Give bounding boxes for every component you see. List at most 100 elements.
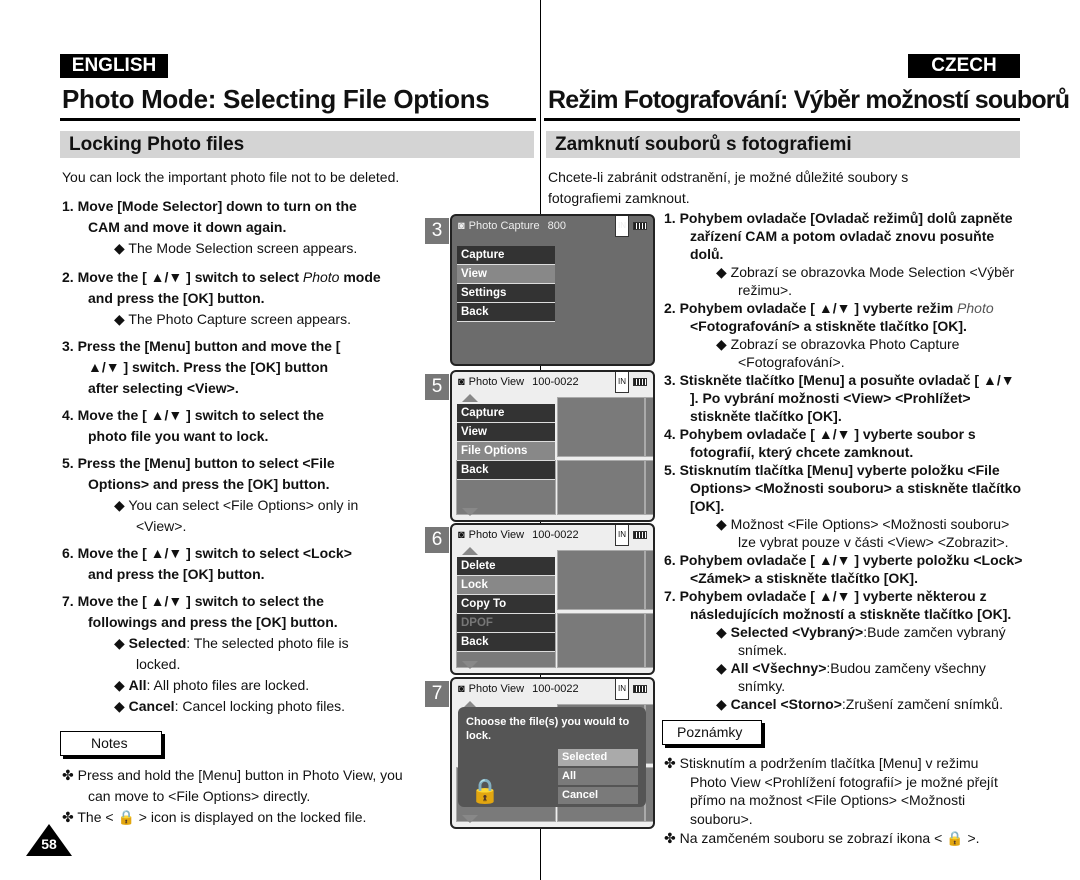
photo-thumbnail[interactable] bbox=[557, 613, 645, 668]
photo-thumbnail[interactable] bbox=[557, 397, 645, 457]
screen-mode: Photo View bbox=[468, 683, 525, 695]
option-all: ◆ All: All photo files are locked. bbox=[114, 677, 310, 693]
czech-section-title: Zamknutí souborů s fotografiemi bbox=[546, 131, 1020, 158]
menu-item-copy-to[interactable]: Copy To bbox=[457, 595, 555, 614]
step-italic: Photo bbox=[302, 269, 340, 285]
menu-item-view[interactable]: View bbox=[457, 423, 555, 442]
photo-thumbnail[interactable] bbox=[645, 460, 653, 515]
screen-step-number: 3 bbox=[425, 218, 449, 244]
option-label: All <Všechny> bbox=[730, 660, 827, 676]
step-text: 1. Pohybem ovladače [Ovladač režimů] dol… bbox=[664, 210, 1013, 262]
screen-mode: Photo Capture bbox=[468, 220, 540, 232]
menu-item-view[interactable]: View bbox=[457, 265, 555, 284]
step-5: 5. Stisknutím tlačítka [Menu] vyberte po… bbox=[664, 461, 1026, 551]
step-1: 1. Move [Mode Selector] down to turn on … bbox=[62, 196, 382, 259]
scroll-down-arrow-icon[interactable] bbox=[462, 661, 478, 669]
battery-icon bbox=[633, 685, 647, 693]
option-label: Cancel <Storno> bbox=[730, 696, 842, 712]
menu-item-capture[interactable]: Capture bbox=[457, 404, 555, 423]
option-label: Selected <Vybraný> bbox=[730, 624, 864, 640]
bullet-text: Možnost <File Options> <Možnosti souboru… bbox=[730, 516, 1010, 550]
dialog-option-selected[interactable]: Selected bbox=[558, 749, 638, 766]
note-text: >. bbox=[963, 830, 980, 846]
photo-thumbnail[interactable] bbox=[645, 613, 653, 668]
screen-step-number: 7 bbox=[425, 681, 449, 707]
camera-icon: ◙ bbox=[458, 529, 465, 541]
czech-steps: 1. Pohybem ovladače [Ovladač režimů] dol… bbox=[664, 209, 1026, 713]
step-6: 6. Move the [ ▲/▼ ] switch to select <Lo… bbox=[62, 545, 352, 582]
internal-memory-icon: IN bbox=[615, 216, 629, 237]
note-item: ✤ Na zamčeném souboru se zobrazí ikona <… bbox=[664, 830, 980, 846]
step-2: 2. Move the [ ▲/▼ ] switch to select Pho… bbox=[62, 267, 382, 330]
photo-thumbnail[interactable] bbox=[645, 767, 653, 822]
dialog-option-all[interactable]: All bbox=[558, 768, 638, 785]
step-italic: Photo bbox=[957, 300, 994, 316]
lock-icon: 🔒 bbox=[946, 830, 964, 846]
bullet: ◆ Zobrazí se obrazovka Photo Capture <Fo… bbox=[716, 336, 960, 370]
step-text: 5. Press the [Menu] button to select <Fi… bbox=[62, 455, 335, 492]
option-label: Selected bbox=[128, 635, 187, 651]
note-item: ✤ Press and hold the [Menu] button in Ph… bbox=[62, 767, 403, 804]
photo-thumbnail[interactable] bbox=[645, 704, 653, 764]
camcorder-screen: ◙ Photo Capture 800 IN Capture View Settings Ba… bbox=[450, 214, 655, 366]
menu-item-back[interactable]: Back bbox=[457, 303, 555, 322]
menu-item-settings[interactable]: Settings bbox=[457, 284, 555, 303]
photo-thumbnail[interactable] bbox=[645, 397, 653, 457]
step-3: 3. Stiskněte tlačítko [Menu] a posuňte o… bbox=[664, 372, 1015, 424]
lock-icon: 🔒 bbox=[117, 809, 135, 825]
photo-thumbnail[interactable] bbox=[557, 460, 645, 515]
bullet: ◆ Možnost <File Options> <Možnosti soubo… bbox=[716, 516, 1010, 550]
czech-page-title: Režim Fotografování: Výběr možností soub… bbox=[548, 86, 1070, 114]
screen-mode: Photo View bbox=[468, 376, 525, 388]
scroll-down-arrow-icon[interactable] bbox=[462, 815, 478, 823]
dialog-message: Choose the file(s) you would to lock. bbox=[466, 716, 630, 742]
screen-counter: 100-0022 bbox=[532, 529, 579, 541]
battery-icon bbox=[633, 222, 647, 230]
screen-header: ◙ Photo Capture 800 IN bbox=[452, 216, 653, 237]
menu-item-dpof[interactable]: DPOF bbox=[457, 614, 555, 633]
step-7: 7. Move the [ ▲/▼ ] switch to select the… bbox=[62, 591, 362, 717]
screen-header: ◙ Photo View 100-0022 IN bbox=[452, 372, 653, 393]
internal-memory-icon: IN bbox=[615, 372, 629, 393]
page-number-badge: 58 bbox=[26, 824, 72, 856]
option-all: ◆ All <Všechny>:Budou zamčeny všechny sn… bbox=[716, 660, 986, 694]
note-text: > icon is displayed on the locked file. bbox=[134, 809, 367, 825]
scroll-up-arrow-icon[interactable] bbox=[462, 547, 478, 555]
step-6: 6. Pohybem ovladače [ ▲/▼ ] vyberte polo… bbox=[664, 552, 1023, 586]
scroll-up-arrow-icon[interactable] bbox=[462, 394, 478, 402]
menu-item-delete[interactable]: Delete bbox=[457, 557, 555, 576]
dialog-option-cancel[interactable]: Cancel bbox=[558, 787, 638, 804]
camera-icon: ◙ bbox=[458, 376, 465, 388]
step-1: 1. Pohybem ovladače [Ovladač režimů] dol… bbox=[664, 209, 1026, 299]
bullet: ◆ The Mode Selection screen appears. bbox=[114, 240, 358, 256]
step-text: 2. Pohybem ovladače [ ▲/▼ ] vyberte reži… bbox=[664, 300, 958, 316]
menu-item-back[interactable]: Back bbox=[457, 633, 555, 652]
bullet-text: You can select <File Options> only in <V… bbox=[128, 497, 359, 534]
scroll-down-arrow-icon[interactable] bbox=[462, 508, 478, 516]
note-item: ✤ The < 🔒 > icon is displayed on the loc… bbox=[62, 809, 367, 825]
menu-item-back[interactable]: Back bbox=[457, 461, 555, 480]
czech-badge: CZECH bbox=[908, 54, 1020, 78]
czech-notes-label: Poznámky bbox=[662, 720, 762, 745]
screen-counter: 100-0022 bbox=[532, 683, 579, 695]
menu-item-capture[interactable]: Capture bbox=[457, 246, 555, 265]
english-steps: 1. Move [Mode Selector] down to turn on … bbox=[62, 196, 382, 717]
menu-item-file-options[interactable]: File Options bbox=[457, 442, 555, 461]
photo-thumbnail[interactable] bbox=[645, 550, 653, 610]
camera-icon: ◙ bbox=[458, 683, 465, 695]
note-item: ✤ Stisknutím a podržením tlačítka [Menu]… bbox=[664, 755, 998, 827]
option-cancel: ◆ Cancel: Cancel locking photo files. bbox=[114, 698, 346, 714]
photo-thumbnail[interactable] bbox=[557, 550, 645, 610]
screen-menu: Capture View Settings Back bbox=[457, 246, 555, 322]
note-text: Na zamčeném souboru se zobrazí ikona < bbox=[679, 830, 947, 846]
english-notes: ✤ Press and hold the [Menu] button in Ph… bbox=[62, 765, 412, 828]
step-text: 1. Move [Mode Selector] down to turn on … bbox=[62, 198, 357, 235]
screen-step-number: 6 bbox=[425, 527, 449, 553]
menu-item-lock[interactable]: Lock bbox=[457, 576, 555, 595]
note-text: The < bbox=[77, 809, 118, 825]
step-text: 7. Move the [ ▲/▼ ] switch to select the… bbox=[62, 593, 338, 630]
screen-counter: 100-0022 bbox=[532, 376, 579, 388]
step-4: 4. Move the [ ▲/▼ ] switch to select the… bbox=[62, 407, 324, 444]
screen-mode: Photo View bbox=[468, 529, 525, 541]
option-selected: ◆ Selected: The selected photo file is l… bbox=[114, 635, 349, 672]
